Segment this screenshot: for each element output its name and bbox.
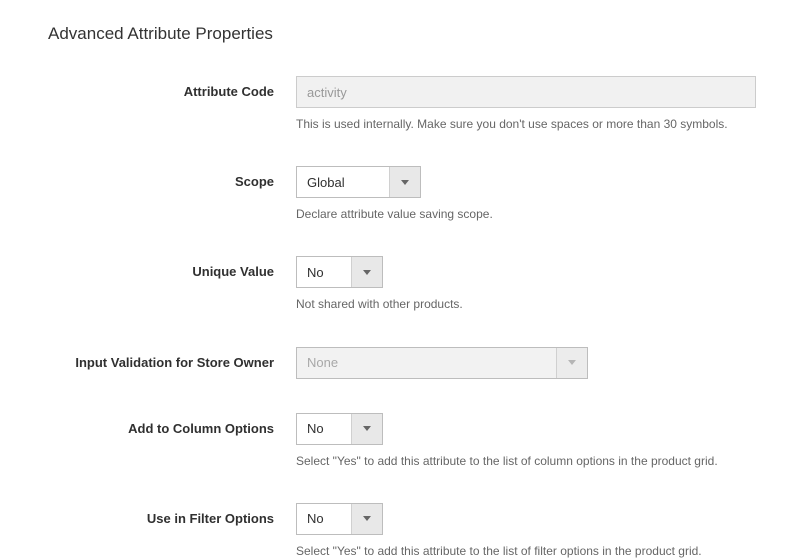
- scope-select-value: Global: [297, 167, 389, 197]
- row-add-to-column: Add to Column Options No Select "Yes" to…: [48, 413, 770, 469]
- label-attribute-code: Attribute Code: [48, 76, 296, 99]
- scope-select[interactable]: Global: [296, 166, 421, 198]
- label-use-in-filter: Use in Filter Options: [48, 503, 296, 526]
- label-input-validation: Input Validation for Store Owner: [48, 347, 296, 370]
- chevron-down-icon: [351, 504, 382, 534]
- chevron-down-icon: [389, 167, 420, 197]
- hint-scope: Declare attribute value saving scope.: [296, 206, 770, 222]
- hint-use-in-filter: Select "Yes" to add this attribute to th…: [296, 543, 770, 559]
- chevron-down-icon: [556, 348, 587, 378]
- label-scope: Scope: [48, 166, 296, 189]
- attribute-code-input[interactable]: [296, 76, 756, 108]
- label-add-to-column: Add to Column Options: [48, 413, 296, 436]
- row-attribute-code: Attribute Code This is used internally. …: [48, 76, 770, 132]
- use-in-filter-select-value: No: [297, 504, 351, 534]
- add-to-column-select[interactable]: No: [296, 413, 383, 445]
- row-unique-value: Unique Value No Not shared with other pr…: [48, 256, 770, 312]
- chevron-down-icon: [351, 257, 382, 287]
- input-validation-select: None: [296, 347, 588, 379]
- hint-unique-value: Not shared with other products.: [296, 296, 770, 312]
- row-input-validation: Input Validation for Store Owner None: [48, 347, 770, 379]
- unique-value-select[interactable]: No: [296, 256, 383, 288]
- row-use-in-filter: Use in Filter Options No Select "Yes" to…: [48, 503, 770, 559]
- unique-value-select-value: No: [297, 257, 351, 287]
- label-unique-value: Unique Value: [48, 256, 296, 279]
- hint-add-to-column: Select "Yes" to add this attribute to th…: [296, 453, 770, 469]
- advanced-attribute-properties-panel: Advanced Attribute Properties Attribute …: [0, 0, 800, 549]
- section-title: Advanced Attribute Properties: [48, 24, 770, 44]
- chevron-down-icon: [351, 414, 382, 444]
- use-in-filter-select[interactable]: No: [296, 503, 383, 535]
- hint-attribute-code: This is used internally. Make sure you d…: [296, 116, 770, 132]
- input-validation-select-value: None: [297, 348, 556, 378]
- add-to-column-select-value: No: [297, 414, 351, 444]
- row-scope: Scope Global Declare attribute value sav…: [48, 166, 770, 222]
